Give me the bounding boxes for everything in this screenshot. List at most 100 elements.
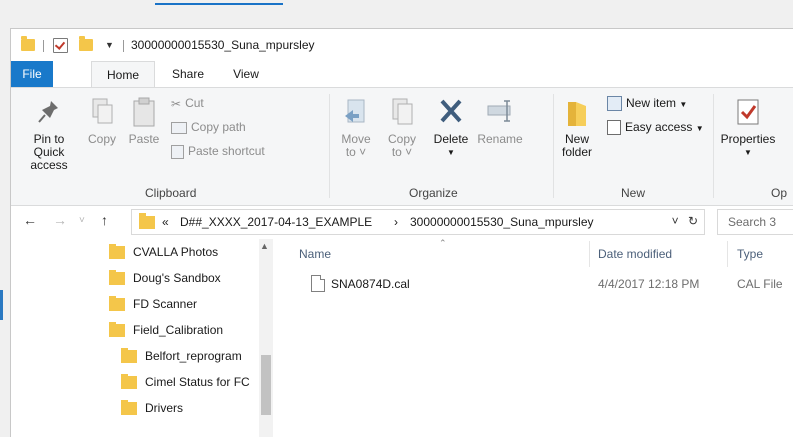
folder-icon bbox=[109, 296, 125, 311]
folder-icon bbox=[121, 400, 137, 415]
breadcrumb-separator[interactable]: › bbox=[394, 215, 398, 229]
tree-item-belfort-reprogram[interactable]: Belfort_reprogram bbox=[121, 343, 242, 369]
open-group-label: Op bbox=[771, 186, 788, 200]
copy-path-button[interactable]: Copy path bbox=[171, 120, 246, 134]
breadcrumb-current[interactable]: 30000000015530_Suna_mpursley bbox=[410, 215, 594, 229]
search-box[interactable]: Search 3 bbox=[717, 209, 793, 235]
address-folder-icon bbox=[139, 213, 155, 229]
background-window-accent bbox=[155, 3, 283, 5]
address-overflow[interactable]: « bbox=[162, 215, 169, 229]
ribbon: Pin to Quick access Copy Paste ✂ Cut Copy… bbox=[11, 87, 793, 206]
pin-label-2: access bbox=[30, 158, 68, 172]
properties-icon bbox=[737, 99, 759, 125]
column-divider[interactable] bbox=[727, 241, 728, 267]
back-arrow-icon[interactable]: ← bbox=[23, 212, 37, 228]
properties-check-icon[interactable] bbox=[53, 38, 68, 53]
folder-icon bbox=[121, 348, 137, 363]
tab-view[interactable]: View bbox=[221, 61, 271, 87]
folder-icon bbox=[109, 244, 125, 259]
file-type: CAL File bbox=[737, 277, 783, 291]
cut-label: Cut bbox=[185, 96, 204, 110]
easy-access-button[interactable]: Easy access ▼ bbox=[607, 120, 704, 136]
tab-home[interactable]: Home bbox=[91, 61, 155, 89]
copy-path-label: Copy path bbox=[191, 120, 246, 134]
new-item-icon bbox=[607, 96, 622, 112]
group-separator bbox=[329, 94, 330, 198]
window-title: 30000000015530_Suna_mpursley bbox=[131, 38, 315, 52]
new-folder-qa-icon[interactable] bbox=[79, 36, 93, 51]
background-window-edge bbox=[0, 290, 3, 320]
navigation-pane: CVALLA Photos Doug's Sandbox FD Scanner … bbox=[11, 239, 273, 437]
move-to-button[interactable]: Move to ˅ bbox=[335, 96, 377, 159]
search-placeholder: Search 3 bbox=[728, 215, 777, 229]
new-group-label: New bbox=[621, 186, 646, 200]
delete-label: Delete bbox=[433, 132, 469, 146]
new-item-button[interactable]: New item ▼ bbox=[607, 96, 687, 112]
tab-file[interactable]: File bbox=[11, 61, 53, 87]
title-bar: ▼ 30000000015530_Suna_mpursley bbox=[11, 29, 793, 61]
address-history-chevron-icon[interactable]: ˅ bbox=[672, 214, 679, 228]
new-folder-label-2: folder bbox=[561, 145, 593, 159]
pin-label-1: Pin to Quick bbox=[33, 132, 65, 159]
scroll-up-arrow-icon[interactable]: ▲ bbox=[260, 241, 269, 251]
tree-item-cimel-status[interactable]: Cimel Status for FC bbox=[121, 369, 250, 395]
explorer-window: ▼ 30000000015530_Suna_mpursley File Home… bbox=[10, 28, 793, 437]
window-folder-icon bbox=[21, 36, 35, 51]
folder-icon bbox=[109, 270, 125, 285]
pin-to-quick-access-button[interactable]: Pin to Quick access bbox=[17, 96, 81, 172]
recent-locations-chevron-icon[interactable]: ˅ bbox=[79, 215, 85, 226]
move-to-label-2: to ˅ bbox=[345, 145, 367, 159]
easy-access-icon bbox=[607, 120, 621, 136]
qa-separator bbox=[43, 40, 44, 52]
tree-item-field-calibration[interactable]: Field_Calibration bbox=[109, 317, 223, 343]
properties-button[interactable]: Properties ▼ bbox=[715, 96, 781, 159]
copy-to-button[interactable]: Copy to ˅ bbox=[381, 96, 423, 159]
file-name: SNA0874D.cal bbox=[331, 277, 410, 291]
column-divider[interactable] bbox=[589, 241, 590, 267]
column-header-type[interactable]: Type bbox=[737, 247, 763, 261]
nav-scrollbar-thumb[interactable] bbox=[261, 355, 271, 415]
properties-chevron-icon: ▼ bbox=[744, 148, 752, 157]
tree-item-fd-scanner[interactable]: FD Scanner bbox=[109, 291, 197, 317]
file-icon bbox=[311, 275, 325, 292]
tree-item-label: Belfort_reprogram bbox=[145, 349, 242, 363]
tree-item-drivers[interactable]: Drivers bbox=[121, 395, 183, 421]
file-row[interactable]: SNA0874D.cal 4/4/2017 12:18 PM CAL File bbox=[301, 273, 793, 297]
easy-access-label: Easy access bbox=[625, 120, 693, 134]
column-header-name[interactable]: Name bbox=[299, 247, 331, 261]
cut-button[interactable]: ✂ Cut bbox=[171, 96, 204, 111]
move-to-icon bbox=[345, 99, 365, 123]
tree-item-label: CVALLA Photos bbox=[133, 245, 219, 259]
new-folder-button[interactable]: New folder bbox=[555, 96, 599, 159]
tree-item-dougs-sandbox[interactable]: Doug's Sandbox bbox=[109, 265, 221, 291]
up-arrow-icon[interactable]: ↑ bbox=[101, 212, 108, 228]
tree-item-label: Field_Calibration bbox=[133, 323, 224, 337]
rename-button[interactable]: Rename bbox=[473, 96, 527, 146]
column-header-date-modified[interactable]: Date modified bbox=[598, 247, 672, 261]
new-folder-icon bbox=[568, 102, 586, 126]
breadcrumb-parent[interactable]: D##_XXXX_2017-04-13_EXAMPLE bbox=[180, 215, 372, 229]
rename-label: Rename bbox=[477, 132, 523, 146]
copy-to-label-2: to ˅ bbox=[391, 145, 413, 159]
folder-icon bbox=[121, 374, 137, 389]
group-separator bbox=[553, 94, 554, 198]
tree-item-cvalla-photos[interactable]: CVALLA Photos bbox=[109, 239, 218, 265]
paste-icon bbox=[133, 97, 155, 127]
clipboard-group-label: Clipboard bbox=[145, 186, 197, 200]
paste-button[interactable]: Paste bbox=[123, 96, 165, 146]
copy-path-icon bbox=[171, 121, 187, 134]
paste-label: Paste bbox=[128, 132, 160, 146]
address-tools: ˅ ↻ bbox=[672, 214, 698, 228]
tab-share[interactable]: Share bbox=[163, 61, 213, 87]
navigation-row: ← → ˅ ↑ « D##_XXXX_2017-04-13_EXAMPLE › … bbox=[11, 207, 793, 237]
delete-button[interactable]: Delete ▼ bbox=[429, 96, 473, 159]
copy-icon bbox=[92, 98, 113, 124]
customize-qa-chevron-icon[interactable]: ▼ bbox=[105, 40, 114, 50]
address-bar[interactable]: « D##_XXXX_2017-04-13_EXAMPLE › 30000000… bbox=[131, 209, 705, 235]
ribbon-tabs: File Home Share View bbox=[11, 61, 793, 89]
paste-shortcut-button[interactable]: Paste shortcut bbox=[171, 144, 265, 159]
refresh-icon[interactable]: ↻ bbox=[688, 214, 698, 228]
copy-button[interactable]: Copy bbox=[83, 96, 121, 146]
paste-shortcut-icon bbox=[171, 144, 184, 159]
forward-arrow-icon[interactable]: → bbox=[53, 212, 67, 228]
